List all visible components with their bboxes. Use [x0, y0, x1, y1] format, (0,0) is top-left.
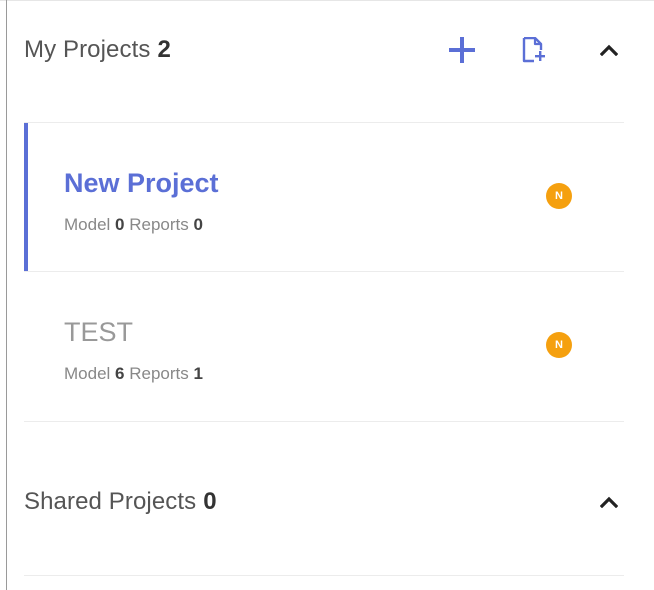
top-border: [0, 0, 654, 1]
project-item-test[interactable]: TEST Model 6 Reports 1 N: [24, 272, 624, 420]
project-name: New Project: [64, 168, 219, 198]
divider: [24, 421, 624, 422]
project-meta: Model 0 Reports 0: [64, 215, 203, 235]
chevron-up-icon[interactable]: [594, 30, 624, 70]
my-projects-title: My Projects: [24, 36, 151, 63]
reports-label: Reports: [129, 215, 189, 234]
chevron-up-icon[interactable]: [594, 482, 624, 522]
project-name: TEST: [64, 317, 134, 347]
model-count: 0: [115, 215, 125, 234]
shared-projects-count: 0: [203, 488, 217, 515]
shared-projects-header: Shared Projects 0: [24, 482, 624, 522]
model-count: 6: [115, 364, 125, 383]
projects-panel: My Projects 2 New Project Model 0 Report…: [0, 0, 654, 590]
divider: [24, 575, 624, 576]
model-label: Model: [64, 364, 111, 383]
my-projects-count: 2: [157, 36, 171, 63]
plus-icon[interactable]: [442, 30, 482, 70]
left-border: [6, 0, 7, 590]
model-label: Model: [64, 215, 111, 234]
new-document-icon[interactable]: [514, 30, 554, 70]
reports-count: 1: [193, 364, 203, 383]
reports-count: 0: [193, 215, 203, 234]
project-status-badge: N: [546, 183, 572, 209]
reports-label: Reports: [129, 364, 189, 383]
my-projects-header: My Projects 2: [24, 30, 624, 70]
project-meta: Model 6 Reports 1: [64, 364, 203, 384]
shared-projects-actions: [594, 482, 624, 522]
my-projects-actions: [442, 30, 624, 70]
shared-projects-title: Shared Projects: [24, 488, 197, 515]
project-status-badge: N: [546, 332, 572, 358]
project-item-new-project[interactable]: New Project Model 0 Reports 0 N: [24, 123, 624, 271]
